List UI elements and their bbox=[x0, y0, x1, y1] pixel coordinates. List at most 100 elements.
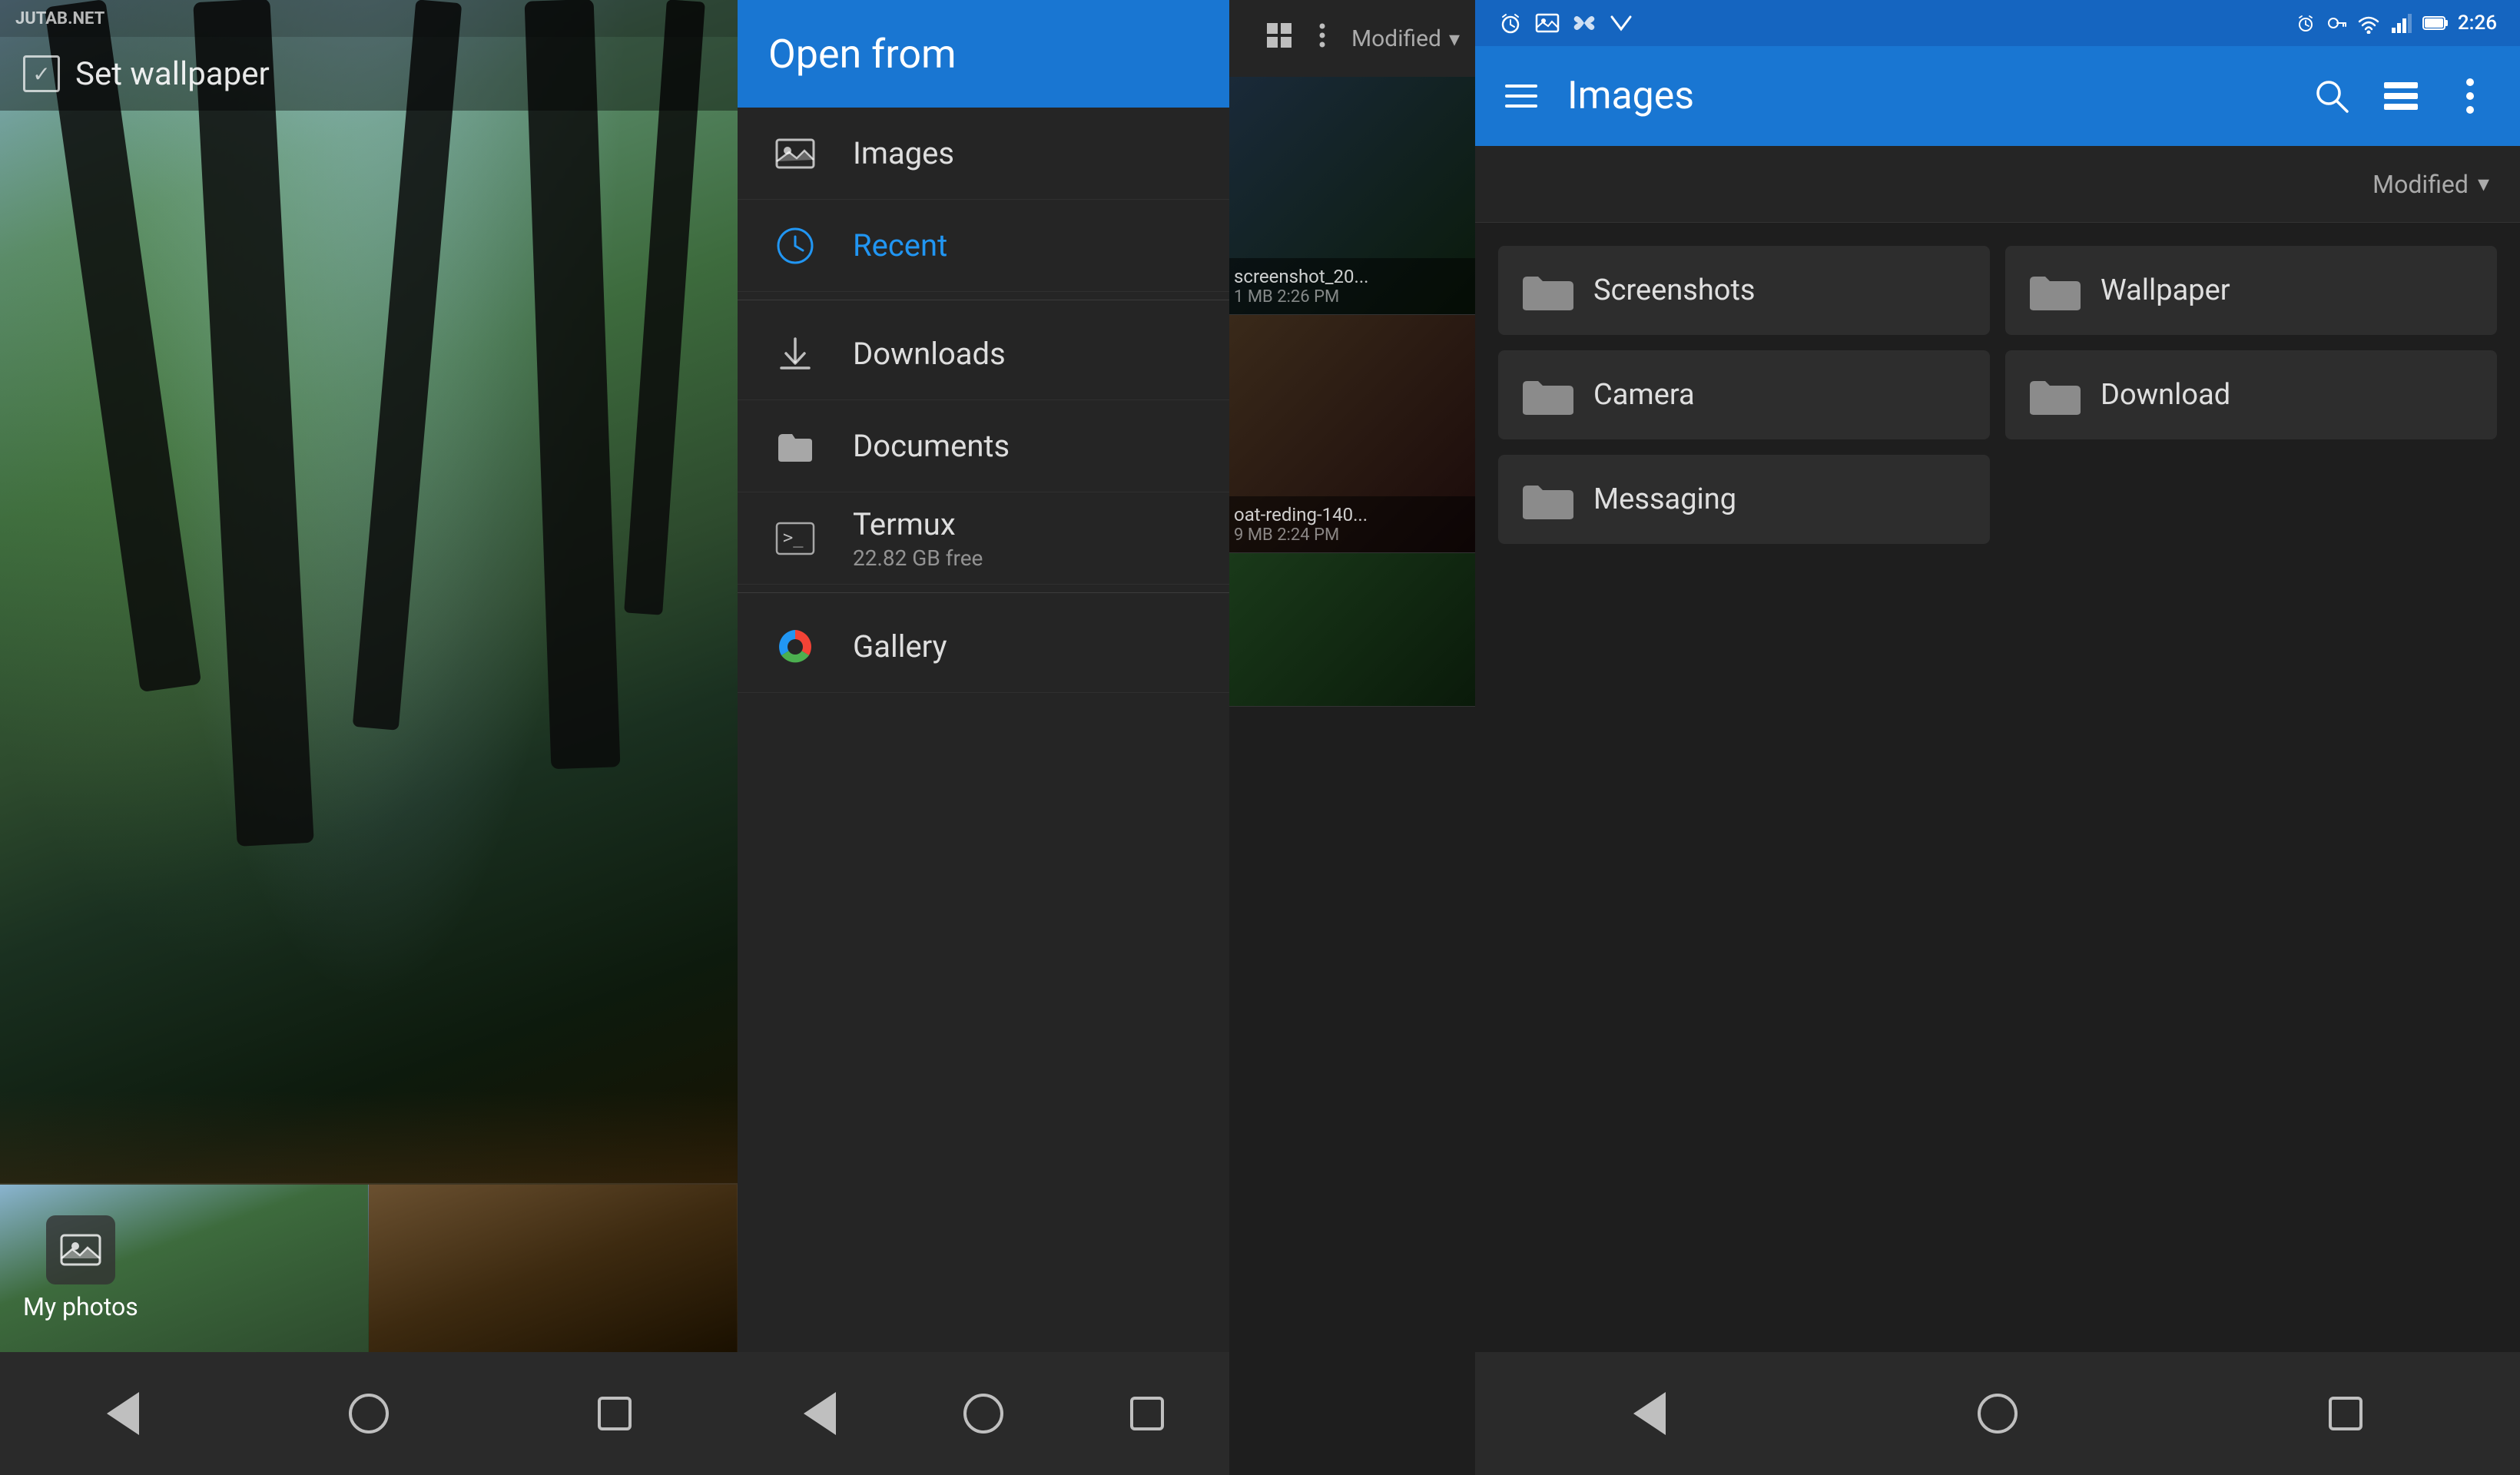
folder-item-screenshots[interactable]: Screenshots bbox=[1498, 246, 1990, 335]
home-icon-p2 bbox=[963, 1394, 1003, 1434]
folder-item-camera[interactable]: Camera bbox=[1498, 350, 1990, 439]
image-app-icon bbox=[1535, 11, 1560, 35]
drawer-item-documents[interactable]: Documents bbox=[738, 400, 1229, 492]
drawer-panel: Open from Images bbox=[738, 0, 1229, 1475]
bottom-nav-panel1 bbox=[0, 1352, 738, 1475]
toolbar-actions bbox=[2305, 69, 2497, 123]
home-button-p1[interactable] bbox=[342, 1387, 396, 1440]
grid-view-icon[interactable] bbox=[1265, 22, 1293, 56]
drawer-item-downloads[interactable]: Downloads bbox=[738, 308, 1229, 400]
butterfly-icon bbox=[1572, 11, 1597, 35]
recents-button-p2[interactable] bbox=[1120, 1387, 1174, 1440]
panel-wallpaper: JUTAB.NET ✓ Set wallpaper My photos bbox=[0, 0, 738, 1475]
termux-storage-sub: 22.82 GB free bbox=[853, 545, 983, 571]
bg-image-name-1: screenshot_20... bbox=[1234, 266, 1463, 287]
bottom-nav-panel2 bbox=[738, 1352, 1229, 1475]
sort-icons bbox=[1265, 22, 1336, 56]
home-button-p2[interactable] bbox=[957, 1387, 1010, 1440]
thumbnail-2[interactable] bbox=[369, 1185, 738, 1352]
back-button-p1[interactable] bbox=[96, 1387, 150, 1440]
drawer-title: Open from bbox=[768, 31, 957, 78]
bg-image-meta-1: 1 MB 2:26 PM bbox=[1234, 287, 1463, 307]
folder-icon-download bbox=[2028, 373, 2082, 416]
svg-text:>_: >_ bbox=[783, 529, 804, 548]
home-icon-p3 bbox=[1978, 1394, 2018, 1434]
photos-icon-svg bbox=[60, 1229, 101, 1271]
recents-icon-p3 bbox=[2329, 1397, 2362, 1430]
images-sort-bar: Modified ▾ bbox=[1475, 146, 2520, 223]
recents-button-p3[interactable] bbox=[2319, 1387, 2372, 1440]
back-button-p2[interactable] bbox=[793, 1387, 847, 1440]
alarm-status-icon bbox=[2295, 12, 2316, 34]
back-button-p3[interactable] bbox=[1623, 1387, 1676, 1440]
more-options-button[interactable] bbox=[2443, 69, 2497, 123]
documents-folder-icon bbox=[768, 419, 822, 473]
drawer-item-termux[interactable]: >_ Termux 22.82 GB free bbox=[738, 492, 1229, 585]
drawer-item-label-termux: Termux bbox=[853, 506, 983, 542]
bg-image-list: Modified ▾ screenshot_20... 1 MB 2:26 PM… bbox=[1222, 0, 1475, 1475]
wallpaper-toolbar: ✓ Set wallpaper bbox=[0, 37, 738, 111]
panel-drawer: Modified ▾ screenshot_20... 1 MB 2:26 PM… bbox=[738, 0, 1475, 1475]
folder-icon-messaging bbox=[1521, 478, 1575, 521]
drawer-item-gallery[interactable]: Gallery bbox=[738, 601, 1229, 693]
bg-image-item-1[interactable]: screenshot_20... 1 MB 2:26 PM bbox=[1222, 77, 1475, 315]
more-options-icon[interactable] bbox=[1308, 22, 1336, 56]
statusbar-panel3: 2:26 bbox=[1475, 0, 2520, 46]
bg-image-item-2[interactable]: oat-reding-140... 9 MB 2:24 PM bbox=[1222, 315, 1475, 553]
folder-item-messaging[interactable]: Messaging bbox=[1498, 455, 1990, 544]
drawer-item-label-images: Images bbox=[853, 135, 954, 171]
bg-image-info-2: oat-reding-140... 9 MB 2:24 PM bbox=[1222, 496, 1475, 552]
sort-arrow-icon: ▾ bbox=[1449, 26, 1460, 51]
drawer-item-recent[interactable]: Recent bbox=[738, 200, 1229, 292]
recents-button-p1[interactable] bbox=[588, 1387, 642, 1440]
images-sort-arrow-icon: ▾ bbox=[2478, 171, 2489, 197]
drawer-list: Images Recent bbox=[738, 108, 1229, 1475]
list-view-icon bbox=[2381, 76, 2421, 116]
app-logo: JUTAB.NET bbox=[15, 9, 104, 28]
alarm-icon bbox=[1498, 11, 1523, 35]
home-icon-p1 bbox=[349, 1394, 389, 1434]
folder-icon-camera bbox=[1521, 373, 1575, 416]
terminal-icon: >_ bbox=[768, 512, 822, 565]
bg-image-item-3[interactable] bbox=[1222, 553, 1475, 707]
set-wallpaper-label[interactable]: Set wallpaper bbox=[75, 55, 270, 93]
download-icon bbox=[768, 327, 822, 381]
my-photos-button[interactable]: My photos bbox=[23, 1215, 138, 1321]
folders-grid: Screenshots Wallpaper Camera Download bbox=[1475, 223, 2520, 1352]
menu-icon[interactable] bbox=[1498, 73, 1544, 119]
back-icon-p2 bbox=[804, 1392, 836, 1435]
images-sort-label[interactable]: Modified bbox=[2372, 170, 2469, 199]
more-icon bbox=[2450, 76, 2490, 116]
my-photos-icon bbox=[46, 1215, 115, 1284]
drawer-divider-2 bbox=[738, 592, 1229, 593]
list-view-button[interactable] bbox=[2374, 69, 2428, 123]
folder-name-wallpaper: Wallpaper bbox=[2101, 273, 2230, 307]
back-icon-p1 bbox=[107, 1392, 139, 1435]
back-icon-p3 bbox=[1633, 1392, 1666, 1435]
drawer-item-label-recent: Recent bbox=[853, 227, 947, 264]
hamburger-icon bbox=[1505, 85, 1537, 108]
gallery-icon bbox=[768, 620, 822, 674]
clock-icon bbox=[768, 219, 822, 273]
home-button-p3[interactable] bbox=[1971, 1387, 2024, 1440]
bg-sort-bar: Modified ▾ bbox=[1222, 0, 1475, 77]
search-button[interactable] bbox=[2305, 69, 2359, 123]
image-icon bbox=[768, 127, 822, 181]
statusbar-panel1: JUTAB.NET bbox=[0, 0, 738, 37]
recents-icon-p2 bbox=[1130, 1397, 1164, 1430]
images-toolbar: Images bbox=[1475, 46, 2520, 146]
folder-icon-wallpaper bbox=[2028, 269, 2082, 312]
statusbar-left-icons bbox=[1498, 11, 1633, 35]
drawer-item-label-downloads: Downloads bbox=[853, 336, 1006, 372]
key-icon bbox=[2326, 12, 2347, 34]
drawer-header: Open from bbox=[738, 0, 1229, 108]
bg-image-name-2: oat-reding-140... bbox=[1234, 504, 1463, 525]
folder-item-wallpaper[interactable]: Wallpaper bbox=[2005, 246, 2497, 335]
v-icon bbox=[1609, 11, 1633, 35]
folder-item-download[interactable]: Download bbox=[2005, 350, 2497, 439]
sort-label[interactable]: Modified bbox=[1351, 25, 1441, 52]
my-photos-label: My photos bbox=[23, 1292, 138, 1321]
drawer-item-images[interactable]: Images bbox=[738, 108, 1229, 200]
panel-images: 2:26 Images bbox=[1475, 0, 2520, 1475]
bg-image-meta-2: 9 MB 2:24 PM bbox=[1234, 525, 1463, 545]
